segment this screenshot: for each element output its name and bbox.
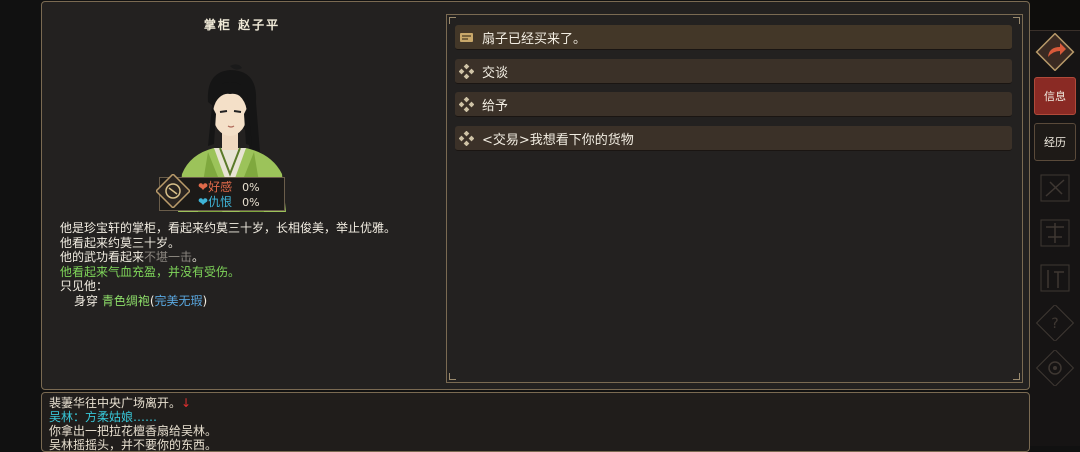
message-log-panel[interactable]: 裴萋华往中央广场离开。↓ 吴林：方柔姑娘…… 你拿出一把拉花檀香扇给吴林。 吴林…: [41, 392, 1030, 452]
log-line: 裴萋华往中央广场离开。↓: [49, 396, 192, 410]
dialog-option-label: 交谈: [482, 65, 509, 81]
npc-info-panel: 掌柜 赵子平 ❤好感 0% ❤仇恨 0% 他是珍宝轩的掌柜，看起来约莫三十岁，长…: [41, 1, 1030, 390]
down-arrow-icon: ↓: [181, 396, 192, 410]
npc-title: 掌柜 赵子平: [203, 18, 281, 32]
equipment-line: 身穿 青色绸袍(完美无瑕): [74, 293, 208, 308]
info-tab-button[interactable]: 信息: [1034, 77, 1076, 115]
scroll-emblem-icon[interactable]: [156, 174, 190, 208]
svg-text:?: ?: [1051, 316, 1058, 332]
help-icon[interactable]: ?: [1036, 305, 1074, 341]
sect-icon[interactable]: [1036, 260, 1074, 296]
dialog-option-label: <交易>我想看下你的货物: [482, 132, 634, 148]
dialog-option-give[interactable]: 给予: [455, 92, 1012, 117]
history-tab-button[interactable]: 经历: [1034, 123, 1076, 161]
hatred-label: 仇恨: [208, 195, 233, 209]
diamond-bullet-icon: [459, 96, 474, 112]
settings-icon[interactable]: [1036, 350, 1074, 386]
npc-description: 他是珍宝轩的掌柜，看起来约莫三十岁，长相俊美，举止优雅。 他看起来约莫三十岁。 …: [60, 221, 405, 308]
back-arrow-icon[interactable]: [1035, 33, 1075, 71]
diamond-bullet-icon: [459, 130, 474, 146]
message-log: 裴萋华往中央广场离开。↓ 吴林：方柔姑娘…… 你拿出一把拉花檀香扇给吴林。 吴林…: [49, 396, 217, 452]
dialog-option-talk[interactable]: 交谈: [455, 59, 1012, 84]
favor-row: ❤好感 0%: [198, 180, 260, 195]
desc-line: 只见他：: [60, 279, 109, 293]
quest-scroll-icon: [460, 32, 473, 42]
heart-icon: ❤: [198, 180, 209, 194]
equipment-item[interactable]: 青色绸袍: [102, 294, 150, 308]
log-line: 你拿出一把拉花檀香扇给吴林。: [49, 424, 218, 438]
relationship-stats: ❤好感 0% ❤仇恨 0%: [156, 174, 285, 211]
favor-label: 好感: [208, 180, 233, 194]
diamond-bullet-icon: [459, 63, 474, 79]
npc-profile-pane: 掌柜 赵子平 ❤好感 0% ❤仇恨 0% 他是珍宝轩的掌柜，看起来约莫三十岁，长…: [42, 2, 442, 387]
dialog-option-label: 给予: [482, 98, 509, 114]
desc-line: 他看起来约莫三十岁。: [60, 235, 181, 250]
dialog-option-label: 扇子已经买来了。: [482, 31, 587, 47]
favor-value: 0%: [242, 181, 260, 194]
right-sidebar: 信息 经历 ?: [1030, 0, 1080, 446]
hatred-value: 0%: [242, 196, 260, 209]
desc-line: 他看起来气血充盈，并没有受伤。: [60, 264, 241, 279]
dialog-option-trade[interactable]: <交易>我想看下你的货物: [455, 126, 1012, 151]
desc-line: 他是珍宝轩的掌柜，看起来约莫三十岁，长相俊美，举止优雅。: [60, 221, 397, 235]
desc-line: 他的武功看起来不堪一击。: [60, 250, 205, 264]
log-line: 吴林摇摇头，并不要你的东西。: [49, 438, 218, 452]
log-line: 吴林：方柔姑娘……: [49, 410, 158, 424]
heart-icon: ❤: [198, 195, 209, 209]
hatred-row: ❤仇恨 0%: [198, 195, 260, 210]
craft-icon[interactable]: [1036, 170, 1074, 206]
sidebar-top-bar: [1030, 0, 1080, 31]
dialog-options-pane: 扇子已经买来了。 交谈 给予 <交易>我想看下你的货物: [446, 14, 1023, 383]
dialog-option-quest[interactable]: 扇子已经买来了。: [455, 25, 1012, 50]
item-quality: 完美无瑕: [154, 293, 203, 308]
martial-icon[interactable]: [1036, 215, 1074, 251]
